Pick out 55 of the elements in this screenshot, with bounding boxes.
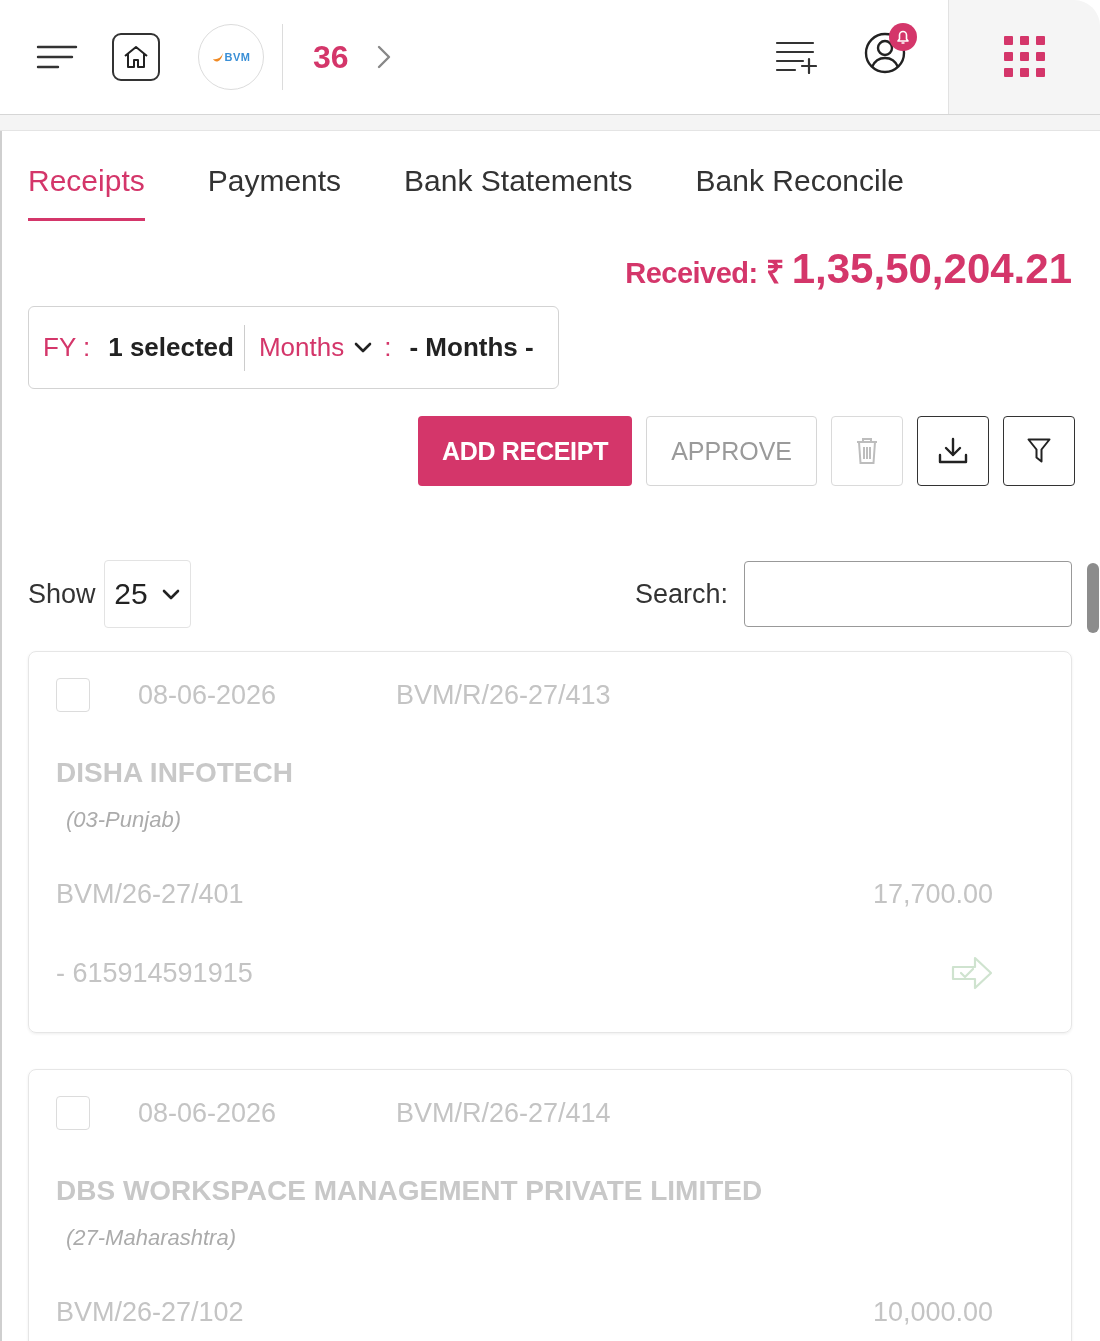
receipt-amount: 10,000.00 (872, 1296, 993, 1328)
arrow-icon (951, 956, 993, 990)
tab[interactable]: Payments (207, 163, 342, 221)
search-label: Search: (634, 578, 728, 610)
checkbox[interactable] (56, 678, 90, 712)
fy-value[interactable]: 1 selected (108, 332, 234, 363)
months-value[interactable]: - Months - (409, 332, 534, 363)
bell-badge-icon (889, 22, 917, 51)
invoice-number: BVM/26-27/102 (56, 1296, 244, 1328)
download-icon (938, 437, 968, 465)
menu-button[interactable] (36, 44, 78, 70)
trash-icon (855, 437, 879, 465)
show-label: Show (28, 578, 96, 610)
user-icon (864, 31, 906, 74)
checkbox[interactable] (56, 1096, 90, 1130)
receipt-date: 08-06-2026 (138, 679, 278, 711)
home-button[interactable] (112, 33, 160, 81)
company-count: 36 (313, 38, 349, 76)
apps-button[interactable] (1003, 36, 1046, 78)
received-label: Received: (625, 257, 758, 290)
months-separator: : (384, 332, 392, 363)
grid-icon (1003, 36, 1046, 78)
chevron-down-icon (354, 342, 373, 353)
list-add-icon (775, 40, 817, 74)
logo-text: BVM (224, 51, 251, 63)
add-receipt-button[interactable]: ADD RECEIPT (417, 416, 633, 486)
received-amount: 1,35,50,204.21 (791, 245, 1072, 293)
receipt-amount: 17,700.00 (872, 878, 993, 910)
months-dropdown[interactable]: Months (258, 332, 373, 363)
menu-icon (36, 44, 78, 70)
next-button[interactable] (376, 45, 391, 69)
party-state: (03-Punjab) (65, 806, 182, 834)
filter-button[interactable] (1003, 416, 1075, 486)
scrollbar-thumb[interactable] (1087, 563, 1099, 633)
swoosh-icon (211, 51, 224, 63)
home-icon (123, 45, 149, 69)
add-list-button[interactable] (775, 40, 817, 74)
search-field[interactable] (744, 561, 1072, 627)
receipt-date: 08-06-2026 (138, 1097, 278, 1129)
chevron-down-icon (161, 588, 180, 600)
invoice-number: BVM/26-27/401 (56, 878, 244, 910)
filter-icon (1027, 438, 1051, 464)
receipt-number: BVM/R/26-27/413 (396, 679, 611, 711)
currency-symbol: ₹ (765, 253, 784, 292)
page-size-select[interactable]: 25 (103, 560, 191, 628)
profile-button[interactable] (864, 22, 917, 74)
reference-number: - 615914591915 (56, 957, 253, 989)
fy-label: FY : (43, 332, 91, 363)
chevron-right-icon (376, 45, 391, 69)
tab[interactable]: Bank Statements (404, 163, 633, 221)
tab[interactable]: Bank Reconcile (695, 163, 905, 221)
receipt-number: BVM/R/26-27/414 (396, 1097, 611, 1129)
tab[interactable]: Receipts (28, 163, 145, 221)
party-state: (27-Maharashtra) (65, 1224, 237, 1252)
download-button[interactable] (917, 416, 989, 486)
